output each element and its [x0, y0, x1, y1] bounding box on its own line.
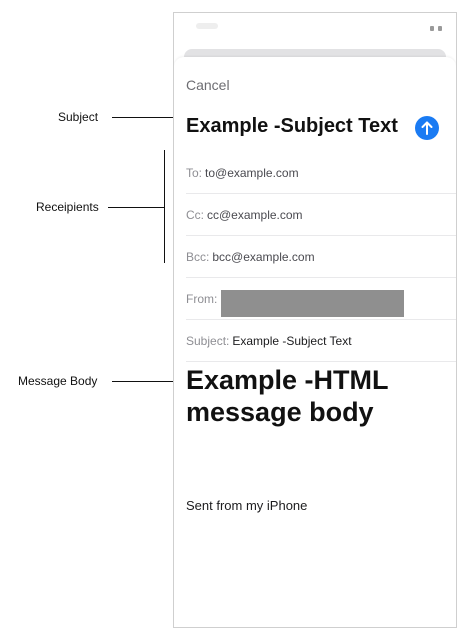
status-time: [196, 23, 218, 29]
compose-sheet: Cancel Example -Subject Text To: to@examp…: [174, 57, 456, 628]
cancel-button[interactable]: Cancel: [186, 77, 230, 93]
subject-annotation: Subject: [58, 110, 99, 124]
send-button[interactable]: [415, 116, 439, 140]
bcc-label: Bcc:: [186, 250, 210, 264]
to-label: To:: [186, 166, 203, 180]
message-body[interactable]: Example -HTML message body: [186, 364, 436, 428]
signature-text[interactable]: Sent from my iPhone: [186, 498, 307, 513]
bcc-field[interactable]: Bcc: bcc@example.com: [186, 236, 456, 278]
from-label: From:: [186, 292, 218, 306]
cc-value[interactable]: cc@example.com: [207, 208, 303, 222]
subject-callout-line: [112, 117, 176, 118]
cc-field[interactable]: Cc: cc@example.com: [186, 194, 456, 236]
status-icons: [430, 26, 442, 31]
subject-value[interactable]: Example -Subject Text: [232, 334, 351, 348]
message-body-callout-line: [112, 381, 176, 382]
cc-label: Cc:: [186, 208, 204, 222]
recipients-annotation: Receipients: [36, 200, 99, 214]
home-indicator[interactable]: [266, 627, 366, 628]
from-field[interactable]: From:: [186, 278, 456, 320]
arrow-up-icon: [421, 121, 433, 135]
status-bar: [174, 13, 456, 43]
to-value[interactable]: to@example.com: [205, 166, 299, 180]
from-redacted-value: [221, 290, 404, 317]
message-body-annotation: Message Body: [18, 374, 98, 388]
bcc-value[interactable]: bcc@example.com: [212, 250, 314, 264]
recipients-callout-line: [108, 207, 164, 208]
subject-label: Subject:: [186, 334, 230, 348]
to-field[interactable]: To: to@example.com: [186, 152, 456, 194]
compose-title: Example -Subject Text: [186, 115, 398, 137]
phone-screen: Cancel Example -Subject Text To: to@examp…: [173, 12, 457, 628]
recipients-bracket-line: [164, 150, 165, 263]
subject-field[interactable]: Subject: Example -Subject Text: [186, 320, 456, 362]
